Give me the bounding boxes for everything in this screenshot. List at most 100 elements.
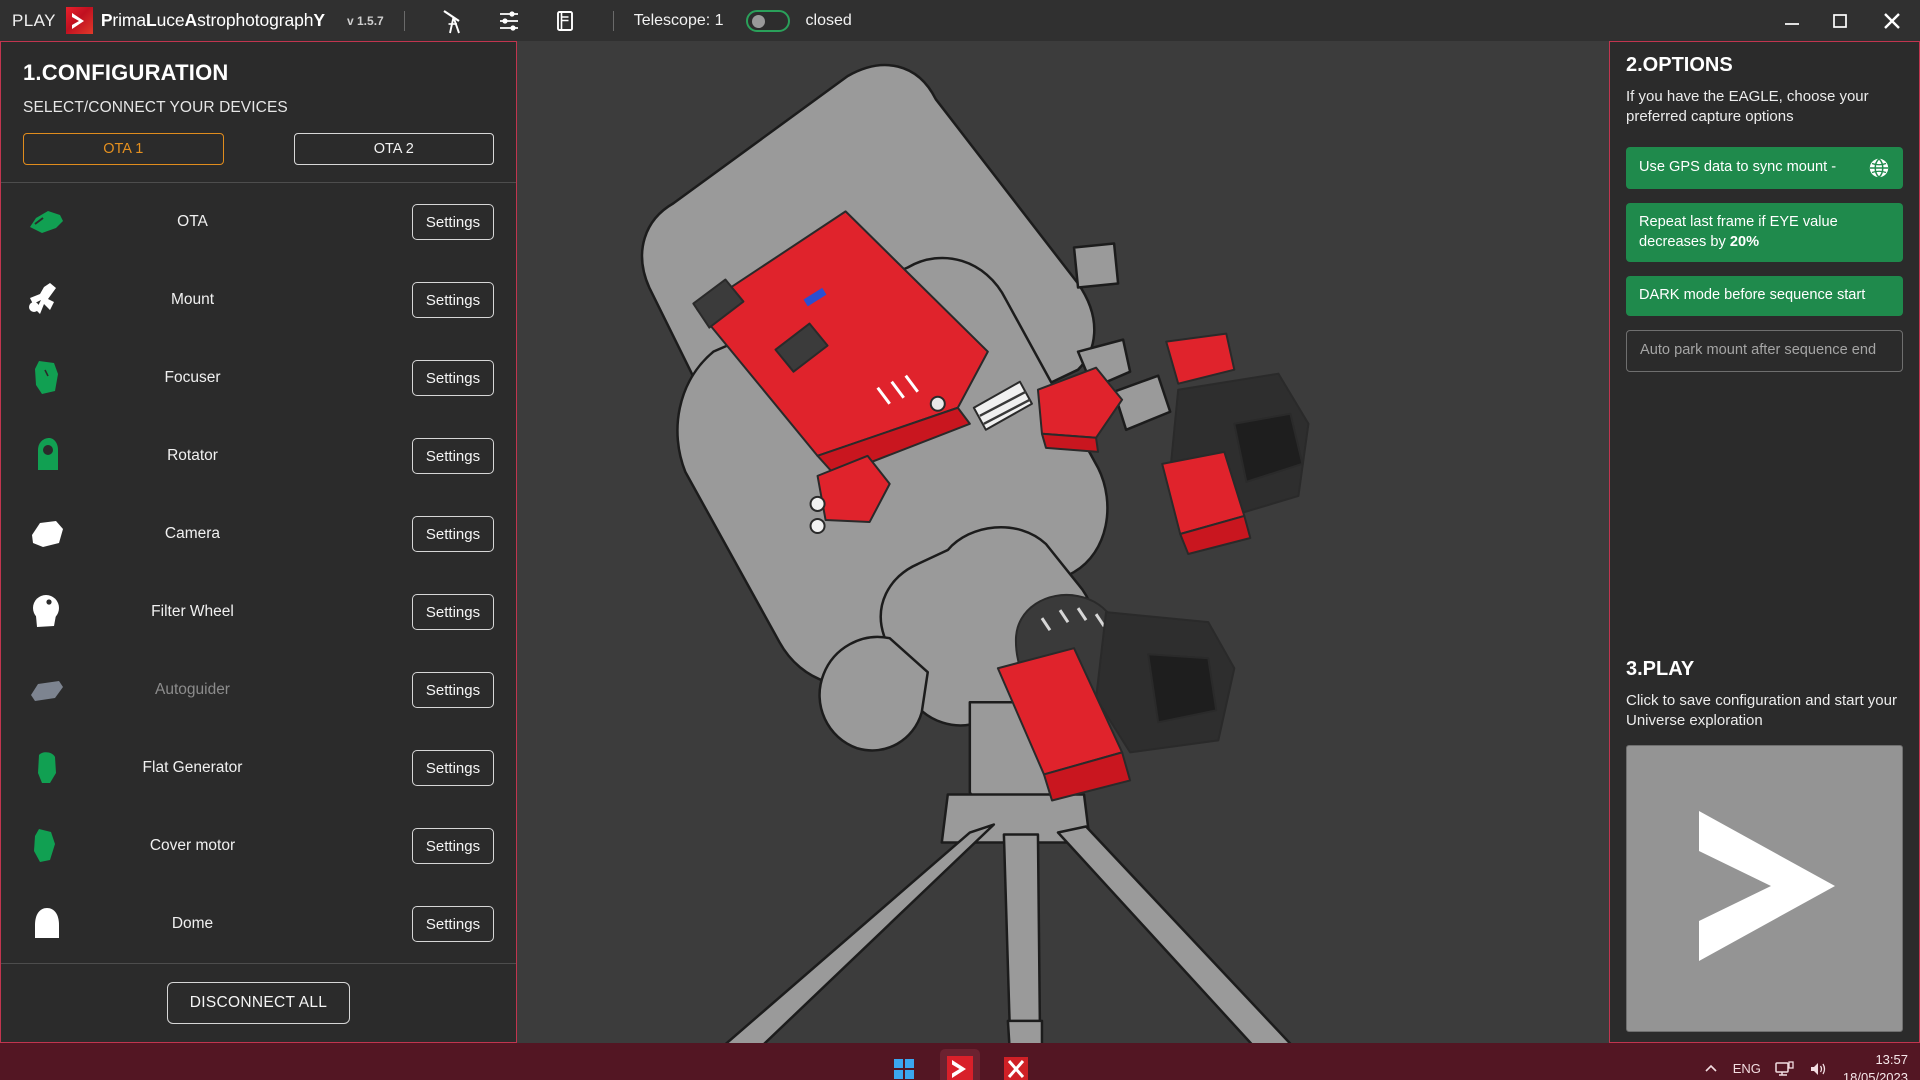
device-row-filter-wheel[interactable]: Filter Wheel Settings [1,573,516,651]
settings-button-focuser[interactable]: Settings [412,360,494,396]
option-auto-park-mount[interactable]: Auto park mount after sequence end [1626,329,1903,372]
device-label: Filter Wheel [151,603,234,620]
settings-button-mount[interactable]: Settings [412,282,494,318]
ota-icon [1,205,93,239]
disconnect-all-button[interactable]: DISCONNECT ALL [166,982,351,1024]
settings-button-camera[interactable]: Settings [412,516,494,552]
clock-time: 13:57 [1875,1051,1908,1067]
dome-toggle[interactable] [745,9,790,32]
settings-button-ota[interactable]: Settings [412,204,494,240]
configuration-header: 1.CONFIGURATION SELECT/CONNECT YOUR DEVI… [1,42,516,165]
play-app-icon[interactable] [940,1048,980,1080]
device-row-flat-generator[interactable]: Flat Generator Settings [1,729,516,807]
settings-button-autoguider[interactable]: Settings [412,672,494,708]
app-version: v 1.5.7 [347,13,384,28]
minimize-icon[interactable] [1768,0,1816,41]
settings-button-dome[interactable]: Settings [412,906,494,942]
play-title: 3.PLAY [1626,658,1695,681]
device-label: Cover motor [149,837,236,854]
clock-date: 18/05/2023 [1842,1069,1908,1080]
title-bar: PLAY PrimaLuceAstrophotographY v 1.5.7 T… [0,0,1920,41]
device-row-rotator[interactable]: Rotator Settings [1,417,516,495]
filter-wheel-icon [1,592,93,632]
option-label: Repeat last frame if EYE value decreases… [1639,213,1890,252]
options-play-panel: 2.OPTIONS If you have the EAGLE, choose … [1609,41,1920,1043]
volume-icon[interactable] [1809,1060,1829,1078]
clock[interactable]: 13:57 18/05/2023 [1843,1051,1908,1080]
device-list: OTA Settings Mount Settings Focuser Sett… [1,183,516,963]
book-icon[interactable] [547,5,583,37]
device-row-cover-motor[interactable]: Cover motor Settings [1,807,516,885]
play-button[interactable] [1626,745,1903,1032]
toggle-knob [751,14,765,28]
windows-taskbar: ENG 13:57 18/05/2023 [0,1043,1920,1080]
main-content: 1.CONFIGURATION SELECT/CONNECT YOUR DEVI… [0,41,1920,1043]
autoguider-icon [1,676,93,704]
x-app-icon[interactable] [996,1049,1036,1080]
settings-button-cover-motor[interactable]: Settings [412,828,494,864]
tab-ota-2[interactable]: OTA 2 [293,133,494,165]
app-brand-name: PrimaLuceAstrophotographY [100,10,325,30]
device-row-camera[interactable]: Camera Settings [1,495,516,573]
device-label: Camera [164,525,221,542]
system-tray: ENG 13:57 18/05/2023 [1703,1051,1908,1080]
close-icon[interactable] [1864,0,1920,41]
app-play-label: PLAY [12,10,56,30]
language-indicator[interactable]: ENG [1733,1061,1761,1076]
page-title: 1.CONFIGURATION [23,60,229,85]
primaluce-logo-icon [65,7,93,34]
option-repeat-last-frame[interactable]: Repeat last frame if EYE value decreases… [1626,202,1903,263]
play-application-window: PLAY PrimaLuceAstrophotographY v 1.5.7 T… [0,0,1920,1080]
settings-button-rotator[interactable]: Settings [412,438,494,474]
dome-icon [1,905,93,943]
dome-status-label: closed [805,11,852,29]
device-label: OTA [177,213,208,230]
play-chevron-icon [1685,801,1845,976]
mount-icon [1,280,93,320]
cover-motor-icon [1,826,93,866]
telescope-count-label: Telescope: 1 [633,11,724,29]
device-label: Autoguider [155,681,230,698]
device-label: Mount [170,291,215,308]
camera-icon [1,517,93,551]
configuration-footer: DISCONNECT ALL [1,964,516,1042]
device-label: Focuser [164,369,221,386]
globe-icon [1868,157,1890,179]
device-row-dome[interactable]: Dome Settings [1,885,516,963]
telescope-illustration [640,63,1310,1043]
tab-ota-1[interactable]: OTA 1 [23,133,224,165]
device-label: Flat Generator [142,759,243,776]
device-row-autoguider[interactable]: Autoguider Settings [1,651,516,729]
configuration-subtitle: SELECT/CONNECT YOUR DEVICES [23,99,288,116]
option-gps-sync-mount[interactable]: Use GPS data to sync mount - [1626,146,1903,189]
show-hidden-icons-chevron[interactable] [1703,1061,1719,1077]
device-row-ota[interactable]: OTA Settings [1,183,516,261]
configuration-panel: 1.CONFIGURATION SELECT/CONNECT YOUR DEVI… [0,41,517,1043]
options-subtitle: If you have the EAGLE, choose your prefe… [1626,88,1869,125]
option-dark-mode-before-sequence[interactable]: DARK mode before sequence start [1626,276,1903,316]
window-controls [1768,0,1920,41]
network-icon[interactable] [1775,1060,1795,1078]
play-subtitle: Click to save configuration and start yo… [1626,692,1897,730]
sliders-icon[interactable] [491,5,527,37]
rotator-icon [1,436,93,476]
ota-tab-group: OTA 1 OTA 2 [23,133,494,165]
settings-button-filter-wheel[interactable]: Settings [412,594,494,630]
device-label: Rotator [167,447,218,464]
telescope-icon[interactable] [435,5,471,37]
divider [403,10,405,31]
divider [612,10,614,31]
options-title: 2.OPTIONS [1626,54,1733,76]
device-label: Dome [171,915,214,932]
option-label: Use GPS data to sync mount - [1639,159,1837,176]
settings-button-flat-generator[interactable]: Settings [412,750,494,786]
device-row-mount[interactable]: Mount Settings [1,261,516,339]
focuser-icon [1,358,93,398]
device-row-focuser[interactable]: Focuser Settings [1,339,516,417]
telescope-preview-canvas [517,41,1609,1043]
option-label-value: 20% [1729,233,1760,250]
taskbar-apps [884,1048,1036,1080]
windows-start-icon[interactable] [884,1049,924,1080]
maximize-icon[interactable] [1816,0,1864,41]
